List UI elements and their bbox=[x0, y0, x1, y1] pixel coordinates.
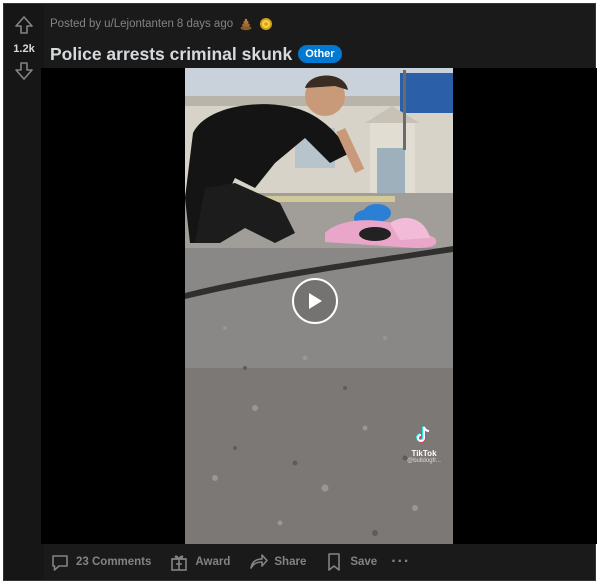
gift-icon bbox=[171, 555, 188, 571]
vote-count: 1.2k bbox=[13, 43, 35, 55]
downvote-button[interactable] bbox=[12, 59, 36, 83]
play-button[interactable] bbox=[292, 278, 338, 324]
post-card[interactable]: 1.2k Posted by u/Lejontanten 8 days ago … bbox=[3, 3, 597, 581]
upvote-button[interactable] bbox=[12, 13, 36, 37]
share-label: Share bbox=[274, 556, 307, 568]
save-label: Save bbox=[350, 556, 378, 568]
save-button[interactable]: Save bbox=[324, 552, 377, 572]
comments-button[interactable]: 23 Comments bbox=[50, 552, 151, 572]
share-button[interactable]: Share bbox=[248, 552, 306, 572]
post-meta: Posted by u/Lejontanten 8 days ago bbox=[50, 16, 273, 32]
more-options-button[interactable]: ··· bbox=[391, 553, 410, 571]
tiktok-username: @bulldogfr... bbox=[407, 458, 441, 464]
vote-column: 1.2k bbox=[4, 4, 44, 580]
comments-label: 23 Comments bbox=[76, 556, 152, 568]
flair-badge[interactable]: Other bbox=[298, 45, 342, 63]
poop-award-icon[interactable] bbox=[239, 17, 253, 31]
share-arrow-icon bbox=[250, 554, 269, 569]
tiktok-brand: TikTok bbox=[411, 449, 437, 458]
title-row: Police arrests criminal skunk Other bbox=[50, 42, 342, 66]
bookmark-icon bbox=[328, 553, 341, 571]
video-player[interactable]: TikTok @bulldogfr... bbox=[185, 68, 453, 544]
action-bar: 23 Comments Award Share Save ··· bbox=[50, 550, 428, 574]
comment-icon bbox=[52, 555, 68, 571]
post-title[interactable]: Police arrests criminal skunk bbox=[50, 44, 292, 65]
posted-by-label: Posted by bbox=[50, 18, 102, 30]
upvote-arrow-icon bbox=[15, 16, 33, 34]
post-age: 8 days ago bbox=[176, 18, 234, 30]
author-link[interactable]: u/Lejontanten bbox=[104, 18, 174, 30]
media-container: TikTok @bulldogfr... bbox=[41, 68, 597, 544]
play-icon bbox=[309, 293, 322, 309]
tiktok-watermark: TikTok @bulldogfr... bbox=[399, 426, 449, 464]
award-label: Award bbox=[195, 556, 231, 568]
gold-award-icon[interactable] bbox=[259, 17, 273, 31]
downvote-arrow-icon bbox=[15, 62, 33, 80]
tiktok-logo-icon bbox=[416, 426, 430, 443]
award-button[interactable]: Award bbox=[169, 552, 230, 572]
